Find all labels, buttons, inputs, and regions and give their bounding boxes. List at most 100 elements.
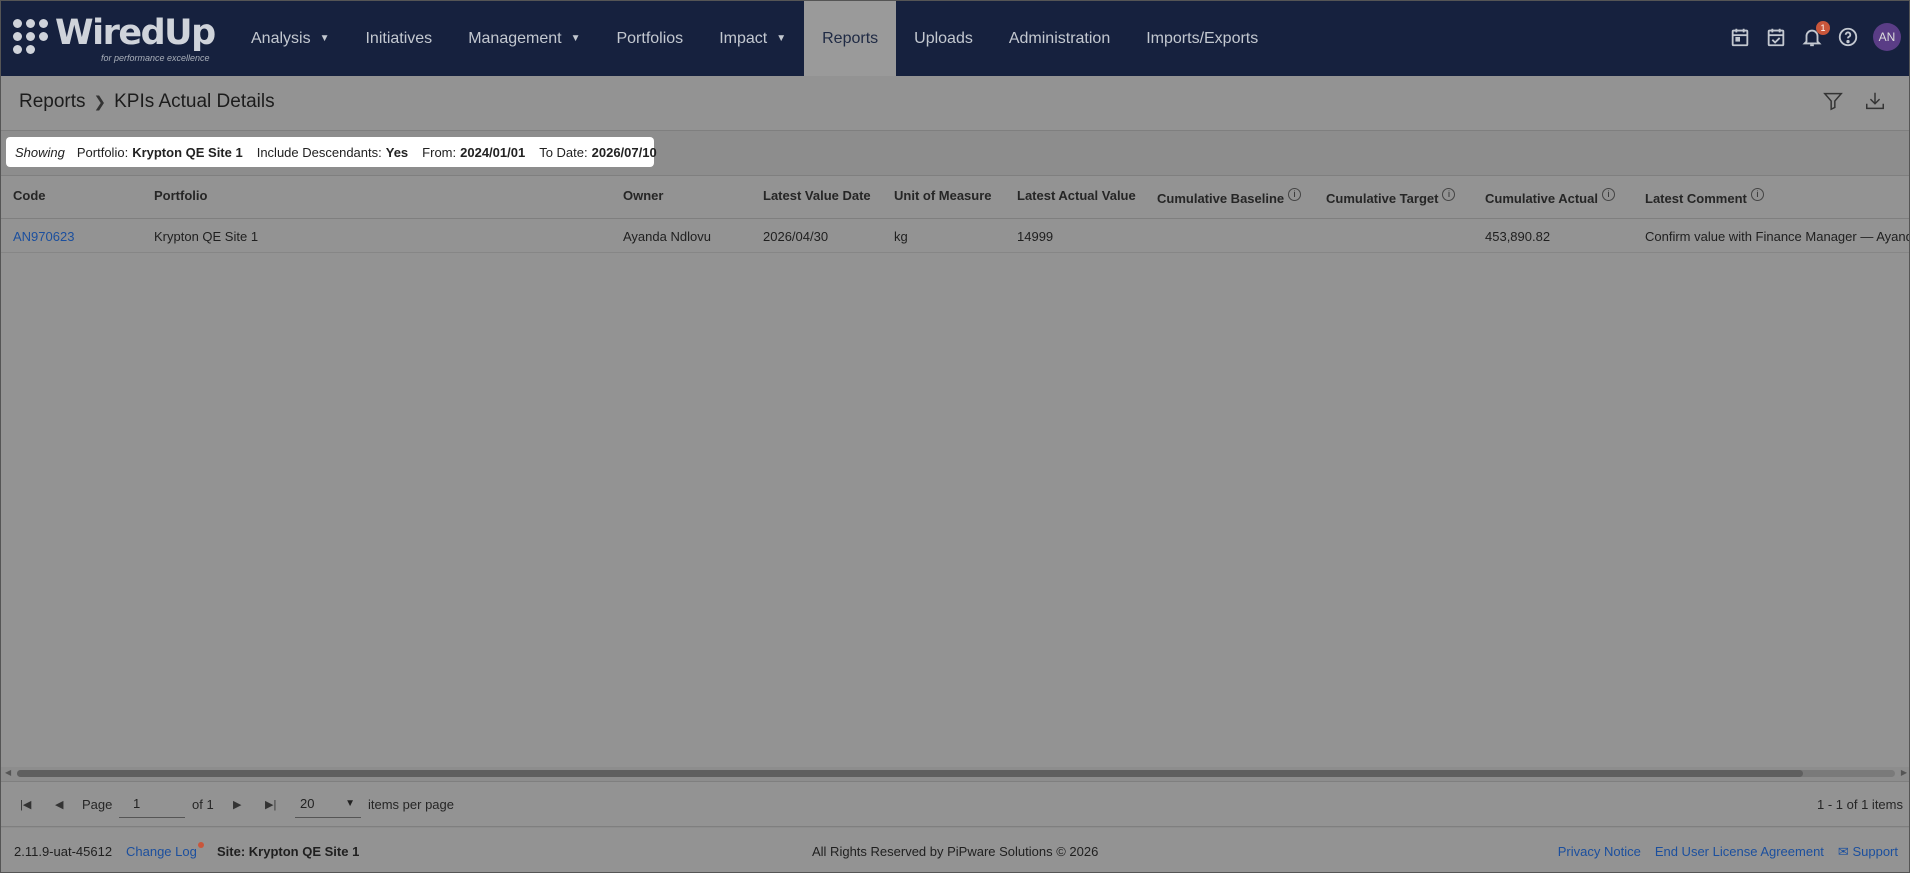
info-icon[interactable]: i	[1288, 188, 1302, 201]
nav-item-label: Portfolios	[616, 29, 684, 47]
nav-actions: 1 AN	[1729, 21, 1901, 51]
items-per-page-label: items per page	[368, 797, 454, 812]
column-header-code[interactable]: Code	[13, 188, 46, 203]
logo-wordmark: WiredUp	[55, 13, 216, 53]
cell-latest-actual-value: 14999	[1017, 229, 1054, 244]
caret-down-icon: ▼	[345, 798, 355, 809]
support-label: Support	[1852, 844, 1898, 859]
page-header: Reports ❯ KPIs Actual Details	[1, 76, 1909, 131]
horizontal-scrollbar[interactable]: ◀ ▶	[5, 768, 1907, 778]
top-navbar: WiredUp for performance excellence Analy…	[1, 1, 1909, 76]
from-filter-label: From:	[422, 144, 457, 160]
filter-icon[interactable]	[1822, 90, 1844, 115]
portfolio-filter-value: Krypton QE Site 1	[132, 144, 243, 160]
nav-item-impact[interactable]: Impact ▼	[701, 1, 804, 76]
column-header-cumulative-target[interactable]: Cumulative Target i	[1326, 188, 1456, 206]
nav-item-management[interactable]: Management ▼	[450, 1, 598, 76]
nav-item-label: Impact	[719, 29, 768, 47]
first-page-icon[interactable]: |◀	[20, 798, 31, 811]
nav-item-label: Imports/Exports	[1146, 29, 1259, 47]
notification-badge: 1	[1816, 21, 1830, 35]
app-window: WiredUp for performance excellence Analy…	[0, 0, 1910, 873]
logo-dots-icon	[13, 19, 51, 57]
cell-cumulative-actual: 453,890.82	[1485, 229, 1551, 244]
breadcrumb-parent[interactable]: Reports	[19, 91, 86, 113]
column-header-latest-comment[interactable]: Latest Comment i	[1645, 188, 1764, 206]
help-icon[interactable]	[1837, 26, 1859, 48]
cell-owner: Ayanda Ndlovu	[623, 229, 711, 244]
calendar-icon[interactable]	[1729, 26, 1751, 48]
column-header-cumulative-actual[interactable]: Cumulative Actual i	[1485, 188, 1615, 206]
breadcrumb: Reports ❯ KPIs Actual Details	[19, 91, 275, 113]
nav-item-label: Reports	[822, 29, 879, 47]
support-icon: ✉	[1837, 844, 1849, 859]
column-header-cumulative-baseline[interactable]: Cumulative Baseline i	[1157, 188, 1302, 206]
nav-menu: Analysis ▼ Initiatives Management ▼ Portfo…	[233, 1, 1276, 76]
footer: 2.11.9-uat-45612 Change Log Site: Krypto…	[1, 828, 1909, 872]
wiredup-logo[interactable]: WiredUp for performance excellence	[1, 1, 233, 76]
support-link[interactable]: ✉ Support	[1838, 844, 1898, 860]
info-icon[interactable]: i	[1442, 188, 1456, 201]
nav-item-analysis[interactable]: Analysis ▼	[233, 1, 347, 76]
column-header-latest-value-date[interactable]: Latest Value Date	[763, 188, 871, 203]
user-avatar[interactable]: AN	[1873, 23, 1901, 51]
scroll-left-icon[interactable]: ◀	[5, 768, 11, 777]
info-icon[interactable]: i	[1601, 188, 1615, 201]
header-actions	[1822, 90, 1886, 115]
nav-item-initiatives[interactable]: Initiatives	[347, 1, 450, 76]
from-filter-value: 2024/01/01	[460, 144, 526, 160]
pagination-total: 1 - 1 of 1 items	[1817, 797, 1903, 812]
logo-tagline: for performance excellence	[101, 53, 210, 63]
change-log-link[interactable]: Change Log	[126, 842, 204, 859]
caret-down-icon: ▼	[776, 33, 787, 44]
cell-latest-value-date: 2026/04/30	[763, 229, 829, 244]
download-icon[interactable]	[1864, 90, 1886, 115]
nav-item-label: Analysis	[251, 29, 311, 47]
caret-down-icon: ▼	[570, 33, 581, 44]
eula-link[interactable]: End User License Agreement	[1655, 844, 1824, 860]
app-version: 2.11.9-uat-45612	[14, 844, 113, 859]
page-number-input[interactable]	[119, 790, 185, 818]
last-page-icon[interactable]: ▶|	[265, 798, 276, 811]
prev-page-icon[interactable]: ◀	[55, 798, 63, 811]
table-header: Code Portfolio Owner Latest Value Date U…	[1, 176, 1909, 219]
column-header-unit-of-measure[interactable]: Unit of Measure	[894, 188, 992, 203]
info-icon[interactable]: i	[1750, 188, 1764, 201]
page-title: KPIs Actual Details	[114, 91, 275, 112]
caret-down-icon: ▼	[319, 33, 330, 44]
page-count-label: of 1	[192, 797, 214, 812]
bell-icon[interactable]: 1	[1801, 21, 1830, 48]
nav-item-label: Management	[468, 29, 562, 47]
current-site: Site: Krypton QE Site 1	[217, 844, 360, 859]
nav-item-reports[interactable]: Reports	[804, 1, 897, 76]
next-page-icon[interactable]: ▶	[233, 798, 241, 811]
scroll-right-icon[interactable]: ▶	[1901, 768, 1907, 777]
portfolio-filter-label: Portfolio:	[76, 144, 129, 160]
change-log-label: Change Log	[126, 844, 197, 859]
nav-item-portfolios[interactable]: Portfolios	[598, 1, 701, 76]
copyright-text: All Rights Reserved by PiPware Solutions…	[812, 844, 1099, 859]
privacy-notice-link[interactable]: Privacy Notice	[1558, 844, 1641, 860]
new-indicator-dot	[197, 842, 204, 848]
descendants-filter-value: Yes	[385, 144, 409, 160]
pagination-bar: |◀ ◀ Page of 1 ▶ ▶| 20 ▼ items per page …	[1, 781, 1909, 827]
cell-portfolio: Krypton QE Site 1	[154, 229, 259, 244]
cell-latest-comment: Confirm value with Finance Manager — Aya…	[1645, 229, 1910, 244]
chevron-right-icon: ❯	[93, 94, 107, 111]
cell-unit-of-measure: kg	[894, 229, 908, 244]
nav-item-imports-exports[interactable]: Imports/Exports	[1128, 1, 1276, 76]
descendants-filter-label: Include Descendants:	[256, 144, 382, 160]
column-header-latest-actual-value[interactable]: Latest Actual Value	[1017, 188, 1136, 203]
to-filter-value: 2026/07/10	[591, 144, 657, 160]
nav-item-label: Initiatives	[365, 29, 433, 47]
page-size-select[interactable]: 20 ▼	[295, 790, 361, 818]
calendar-check-icon[interactable]	[1765, 26, 1787, 48]
kpi-code-link[interactable]: AN970623	[13, 229, 74, 244]
column-header-portfolio[interactable]: Portfolio	[154, 188, 207, 203]
scrollbar-thumb[interactable]	[17, 770, 1803, 777]
nav-item-uploads[interactable]: Uploads	[896, 1, 991, 76]
page-label: Page	[82, 797, 113, 812]
column-header-owner[interactable]: Owner	[623, 188, 663, 203]
table-row[interactable]: AN970623 Krypton QE Site 1 Ayanda Ndlovu…	[1, 219, 1910, 253]
nav-item-administration[interactable]: Administration	[991, 1, 1128, 76]
